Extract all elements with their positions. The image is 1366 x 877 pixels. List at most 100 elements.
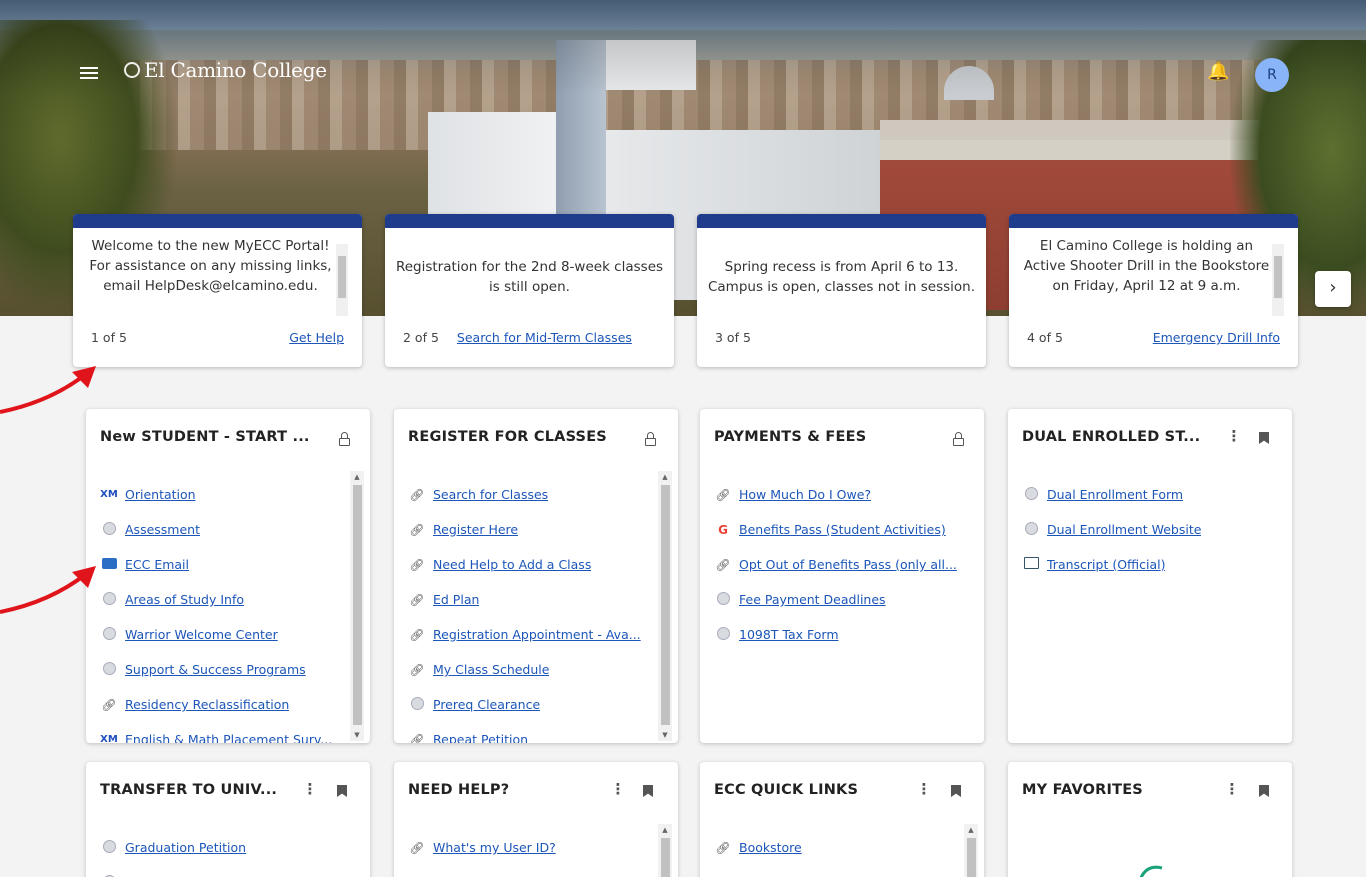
announcement-text: Registration for the 2nd 8-week classes … — [395, 259, 664, 295]
search-mid-term-classes-link[interactable]: Search for Mid-Term Classes — [457, 330, 632, 345]
more-options-icon[interactable]: ⋮ — [916, 780, 932, 798]
card-link[interactable]: How Much Do I Owe? — [739, 487, 871, 502]
payments-fees-card: PAYMENTS & FEES 🔗︎ How Much Do I Owe? G Ben… — [700, 409, 984, 743]
card-link[interactable]: Support & Success Programs — [125, 662, 306, 677]
announcement-scrollbar[interactable] — [336, 244, 348, 316]
user-avatar[interactable]: R — [1255, 58, 1289, 92]
list-item[interactable]: 🔗︎ Ed Plan — [408, 582, 652, 617]
link-icon: 🔗︎ — [409, 732, 425, 744]
list-item[interactable]: XM English & Math Placement Surv... — [100, 722, 344, 743]
list-item[interactable]: Graduation Petition — [100, 830, 344, 865]
hamburger-menu-icon[interactable] — [80, 64, 98, 82]
more-options-icon[interactable]: ⋮ — [1224, 780, 1240, 798]
card-scrollbar[interactable]: ▲ — [964, 824, 978, 877]
card-link-list: XM Orientation Assessment ECC Email Areas of… — [100, 477, 344, 743]
list-item[interactable]: Warrior Welcome Center — [100, 617, 344, 652]
list-item[interactable]: 🔗︎ Opt Out of Benefits Pass (only all... — [714, 547, 958, 582]
college-logo[interactable]: El Camino College — [124, 58, 327, 82]
list-item[interactable]: Assessment — [100, 512, 344, 547]
card-link[interactable]: Prereq Clearance — [433, 697, 540, 712]
list-item[interactable]: ECC Email — [100, 547, 344, 582]
card-link[interactable]: Warrior Welcome Center — [125, 627, 278, 642]
bookmark-icon[interactable] — [334, 780, 350, 798]
card-link[interactable]: Areas of Study Info — [125, 592, 244, 607]
seal-icon — [100, 626, 118, 643]
list-item[interactable]: 🔗︎ Bookstore — [714, 830, 958, 865]
list-item[interactable]: 🔗︎ Repeat Petition — [408, 722, 652, 743]
card-link[interactable]: Fee Payment Deadlines — [739, 592, 886, 607]
link-icon: 🔗︎ — [715, 840, 731, 855]
more-options-icon[interactable]: ⋮ — [1226, 427, 1242, 445]
list-item[interactable]: Dual Enrollment Website — [1022, 512, 1266, 547]
my-favorites-card: MY FAVORITES ⋮ — [1008, 762, 1292, 877]
list-item[interactable]: 🔗︎ Register Here — [408, 512, 652, 547]
announcement-card: Registration for the 2nd 8-week classes … — [385, 214, 674, 367]
seal-icon — [100, 521, 118, 538]
card-link[interactable]: Assessment — [125, 522, 200, 537]
get-help-link[interactable]: Get Help — [289, 330, 344, 345]
seal-icon — [408, 696, 426, 713]
list-item[interactable]: 🔗︎ What's my User ID? — [408, 830, 652, 865]
card-link[interactable]: Transcript (Official) — [1047, 557, 1165, 572]
lock-icon — [336, 427, 352, 446]
list-item[interactable]: G Benefits Pass (Student Activities) — [714, 512, 958, 547]
card-link[interactable]: Need Help to Add a Class — [433, 557, 591, 572]
bookmark-icon[interactable] — [1256, 427, 1272, 445]
card-link[interactable]: What's my User ID? — [433, 840, 556, 855]
card-link[interactable]: Bookstore — [739, 840, 802, 855]
list-item[interactable]: 🔗︎ Residency Reclassification — [100, 687, 344, 722]
link-icon: 🔗︎ — [409, 592, 425, 607]
card-scrollbar[interactable]: ▲ ▼ — [658, 471, 672, 741]
card-link[interactable]: Residency Reclassification — [125, 697, 289, 712]
carousel-next-button[interactable]: › — [1315, 271, 1351, 307]
list-item[interactable]: 🔗︎What's my password? — [408, 865, 652, 877]
list-item[interactable]: 1098T Tax Form — [714, 617, 958, 652]
card-link[interactable]: Search for Classes — [433, 487, 548, 502]
list-item[interactable]: 🔗︎ My Class Schedule — [408, 652, 652, 687]
card-link[interactable]: Dual Enrollment Website — [1047, 522, 1201, 537]
card-link[interactable]: Dual Enrollment Form — [1047, 487, 1183, 502]
card-scrollbar[interactable]: ▲ — [658, 824, 672, 877]
bookmark-icon[interactable] — [1256, 780, 1272, 798]
card-link[interactable]: Opt Out of Benefits Pass (only all... — [739, 557, 957, 572]
card-link[interactable]: Graduation Petition — [125, 840, 246, 855]
card-link[interactable]: Register Here — [433, 522, 518, 537]
card-link[interactable]: My Class Schedule — [433, 662, 549, 677]
list-item[interactable]: Transcript (Official) — [1022, 547, 1266, 582]
list-item[interactable]: 🔗︎ Registration Appointment - Ava... — [408, 617, 652, 652]
more-options-icon[interactable]: ⋮ — [302, 780, 318, 798]
announcement-counter: 4 of 5 — [1027, 330, 1063, 345]
list-item[interactable]: Areas of Study Info — [100, 582, 344, 617]
card-link-list: 🔗︎ What's my User ID? 🔗︎What's my password… — [408, 830, 652, 877]
list-item[interactable]: XM Orientation — [100, 477, 344, 512]
list-item[interactable]: Dual Enrollment Form — [1022, 477, 1266, 512]
list-item[interactable]: 🔗︎ How Much Do I Owe? — [714, 477, 958, 512]
card-link[interactable]: Benefits Pass (Student Activities) — [739, 522, 946, 537]
bookmark-icon[interactable] — [640, 780, 656, 798]
announcement-footer: 1 of 5 Get Help — [91, 330, 344, 345]
list-item[interactable]: ❋Canvas — [714, 865, 958, 877]
announcement-card: Spring recess is from April 6 to 13. Cam… — [697, 214, 986, 367]
card-link[interactable]: Ed Plan — [433, 592, 479, 607]
card-link[interactable]: Registration Appointment - Ava... — [433, 627, 641, 642]
more-options-icon[interactable]: ⋮ — [610, 780, 626, 798]
card-link[interactable]: Orientation — [125, 487, 196, 502]
card-link[interactable]: Repeat Petition — [433, 732, 528, 743]
list-item[interactable]: Fee Payment Deadlines — [714, 582, 958, 617]
emergency-drill-info-link[interactable]: Emergency Drill Info — [1153, 330, 1280, 345]
card-link[interactable]: ECC Email — [125, 557, 189, 572]
card-link[interactable]: English & Math Placement Surv... — [125, 732, 332, 743]
list-item[interactable]: CSU/IGETC Certification — [100, 865, 344, 877]
card-link[interactable]: 1098T Tax Form — [739, 627, 839, 642]
list-item[interactable]: 🔗︎ Need Help to Add a Class — [408, 547, 652, 582]
announcement-text: Spring recess is from April 6 to 13. Cam… — [707, 259, 976, 295]
list-item[interactable]: Prereq Clearance — [408, 687, 652, 722]
list-item[interactable]: 🔗︎ Search for Classes — [408, 477, 652, 512]
seal-icon — [100, 591, 118, 608]
ecc-quick-links-card: ECC QUICK LINKS ⋮ 🔗︎Bookstore❋Canvas ▲ — [700, 762, 984, 877]
announcement-scrollbar[interactable] — [1272, 244, 1284, 316]
list-item[interactable]: Support & Success Programs — [100, 652, 344, 687]
notifications-bell-icon[interactable]: 🔔 — [1207, 61, 1229, 83]
bookmark-icon[interactable] — [948, 780, 964, 798]
card-scrollbar[interactable]: ▲ ▼ — [350, 471, 364, 741]
